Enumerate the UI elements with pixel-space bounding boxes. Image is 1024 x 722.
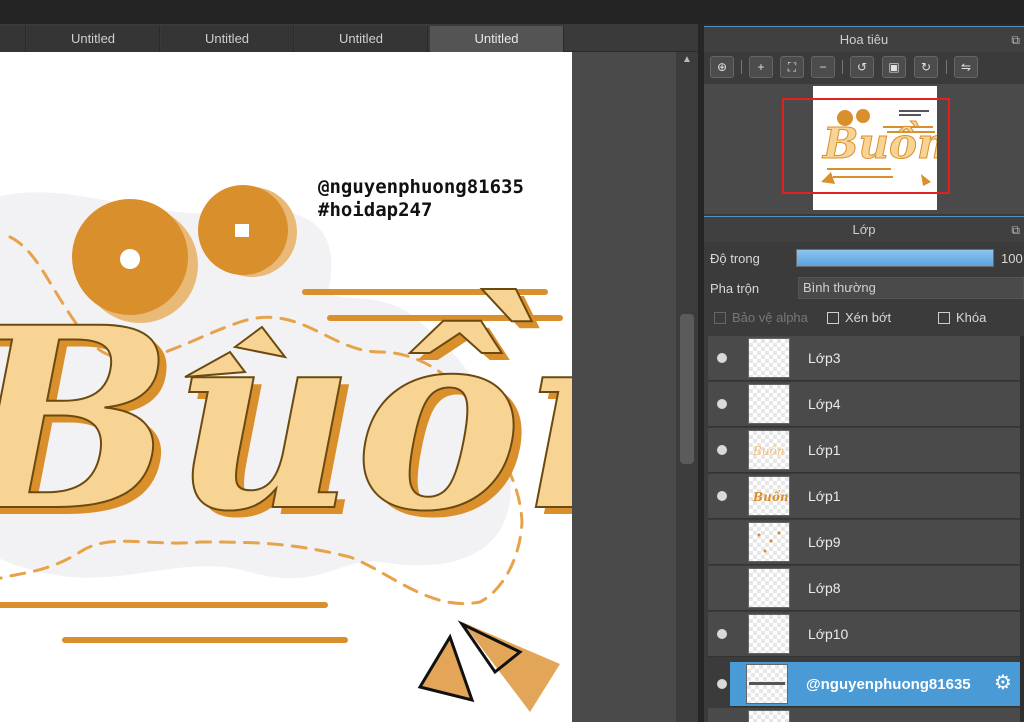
blend-row: Pha trộn Bình thường bbox=[704, 274, 1024, 302]
viewport-rectangle[interactable] bbox=[782, 98, 950, 194]
layer-row-selected[interactable]: @nguyenphuong81635 ⚙ bbox=[730, 662, 1020, 707]
reset-rotation-icon[interactable]: ▣ bbox=[882, 56, 906, 78]
layers-title: Lớp bbox=[852, 222, 876, 237]
visibility-eye-icon[interactable] bbox=[717, 629, 727, 639]
artwork: Buồn Buồn @nguyenphuong81635 #hoidap247 bbox=[0, 176, 572, 712]
checkbox-box bbox=[714, 312, 726, 324]
navigator-panel: Hoa tiêu ⧉ ⊕ + ⛶ − ↺ ▣ ↻ ⇋ Buồn bbox=[704, 26, 1024, 216]
svg-text:Buồn: Buồn bbox=[752, 443, 785, 458]
lock-label: Khóa bbox=[956, 310, 987, 325]
triangle-small bbox=[417, 633, 475, 703]
layer-name: Lớp1 bbox=[808, 488, 841, 504]
layer-name: Lớp1 bbox=[808, 442, 841, 458]
layer-name: @nguyenphuong81635 bbox=[806, 676, 971, 693]
toolbar-separator bbox=[946, 60, 947, 74]
tab-untitled-active[interactable]: Untitled bbox=[430, 26, 564, 52]
layer-thumbnail: Buồn bbox=[748, 430, 790, 470]
navigator-header: Hoa tiêu ⧉ bbox=[704, 26, 1024, 52]
blend-mode-select[interactable]: Bình thường bbox=[798, 277, 1024, 299]
opacity-value: 100 bbox=[1001, 251, 1023, 266]
checkbox-box bbox=[827, 312, 839, 324]
scroll-up-arrow-icon[interactable]: ▲ bbox=[680, 54, 694, 66]
layer-row[interactable]: Lớp9 bbox=[708, 520, 1020, 565]
layer-thumbnail: Buồn bbox=[748, 476, 790, 516]
layer-thumbnail bbox=[746, 664, 788, 704]
layer-name: Lớp10 bbox=[808, 626, 849, 642]
lettering: Buồn Buồn bbox=[0, 271, 572, 573]
layer-thumbnail bbox=[748, 338, 790, 378]
zoom-out-icon[interactable]: − bbox=[811, 56, 835, 78]
layers-header: Lớp ⧉ bbox=[704, 216, 1024, 242]
layer-row[interactable]: Lớp10 bbox=[708, 612, 1020, 657]
document-tabs: Untitled Untitled Untitled Untitled bbox=[0, 24, 700, 52]
tab-untitled-1[interactable]: Untitled bbox=[27, 26, 160, 52]
tab-untitled-3[interactable]: Untitled bbox=[295, 26, 428, 52]
visibility-eye-icon[interactable] bbox=[717, 491, 727, 501]
layer-row[interactable]: Lớp8 bbox=[708, 566, 1020, 611]
rotate-left-icon[interactable]: ↺ bbox=[850, 56, 874, 78]
layers-scrollbar[interactable] bbox=[1020, 336, 1024, 722]
visibility-eye-icon[interactable] bbox=[717, 399, 727, 409]
lettering-main: Buồn bbox=[0, 272, 572, 566]
layer-row[interactable]: Buồn Lớp1 bbox=[708, 428, 1020, 473]
toolbar-separator bbox=[842, 60, 843, 74]
layer-thumbnail bbox=[748, 384, 790, 424]
popout-icon[interactable]: ⧉ bbox=[1011, 217, 1020, 243]
gear-icon[interactable]: ⚙ bbox=[992, 672, 1014, 694]
layer-row[interactable]: Buồn Lớp1 bbox=[708, 474, 1020, 519]
donut-right bbox=[198, 185, 297, 277]
rotate-right-icon[interactable]: ↻ bbox=[914, 56, 938, 78]
canvas-vertical-scrollbar[interactable]: ▲ bbox=[676, 52, 698, 722]
canvas-area[interactable]: Buồn Buồn @nguyenphuong81635 #hoidap247 bbox=[0, 52, 676, 722]
popout-icon[interactable]: ⧉ bbox=[1011, 27, 1020, 53]
clipping-label: Xén bớt bbox=[845, 310, 892, 325]
layer-thumbnail bbox=[748, 710, 790, 722]
lock-checkbox[interactable]: Khóa bbox=[938, 311, 986, 327]
layer-row[interactable]: Lớp3 bbox=[708, 336, 1020, 381]
zoom-actual-icon[interactable]: ⊕ bbox=[710, 56, 734, 78]
layer-name: Lớp9 bbox=[808, 534, 841, 550]
layers-panel: Lớp ⧉ Độ trong 100 Pha trộn Bình thường … bbox=[704, 216, 1024, 336]
fit-icon[interactable]: ⛶ bbox=[780, 56, 804, 78]
layer-options-row: Bảo vệ alpha Xén bớt Khóa bbox=[704, 304, 1024, 332]
opacity-label: Độ trong bbox=[710, 251, 760, 266]
watermark-username: @nguyenphuong81635 bbox=[318, 176, 524, 198]
svg-text:Buồn: Buồn bbox=[752, 489, 789, 504]
layer-name: Lớp8 bbox=[808, 580, 841, 596]
layer-name: Lớp3 bbox=[808, 350, 841, 366]
protect-alpha-checkbox[interactable]: Bảo vệ alpha bbox=[714, 311, 808, 327]
layer-thumbnail bbox=[748, 522, 790, 562]
zoom-in-icon[interactable]: + bbox=[749, 56, 773, 78]
layer-name: Lớp4 bbox=[808, 396, 841, 412]
layer-row[interactable]: Lớp4 bbox=[708, 382, 1020, 427]
opacity-row: Độ trong 100 bbox=[704, 244, 1024, 272]
protect-alpha-label: Bảo vệ alpha bbox=[732, 310, 808, 325]
flip-icon[interactable]: ⇋ bbox=[954, 56, 978, 78]
watermark-hashtag: #hoidap247 bbox=[318, 199, 432, 221]
layer-row[interactable] bbox=[708, 708, 1020, 722]
toolbar-separator bbox=[741, 60, 742, 74]
menu-bar bbox=[0, 0, 1024, 24]
opacity-slider[interactable] bbox=[796, 249, 994, 267]
clipping-checkbox[interactable]: Xén bớt bbox=[827, 311, 891, 327]
blend-label: Pha trộn bbox=[710, 281, 760, 296]
layer-thumbnail bbox=[748, 614, 790, 654]
tab-untitled-2[interactable]: Untitled bbox=[161, 26, 294, 52]
navigator-title: Hoa tiêu bbox=[839, 32, 889, 47]
tab-partial[interactable] bbox=[0, 26, 26, 52]
visibility-eye-icon[interactable] bbox=[717, 679, 727, 689]
layer-list: Lớp3 Lớp4 Buồn Lớp1 Buồn Lớp1 Lớp9 Lớp8 bbox=[704, 336, 1020, 722]
visibility-eye-icon[interactable] bbox=[717, 445, 727, 455]
checkbox-box bbox=[938, 312, 950, 324]
navigator-preview[interactable]: Buồn bbox=[704, 84, 1024, 214]
layer-thumbnail bbox=[748, 568, 790, 608]
artboard[interactable]: Buồn Buồn @nguyenphuong81635 #hoidap247 bbox=[0, 52, 572, 722]
navigator-toolbar: ⊕ + ⛶ − ↺ ▣ ↻ ⇋ bbox=[704, 52, 1024, 82]
triangle-large bbox=[462, 622, 560, 712]
visibility-eye-icon[interactable] bbox=[717, 353, 727, 363]
scroll-thumb[interactable] bbox=[680, 314, 694, 464]
